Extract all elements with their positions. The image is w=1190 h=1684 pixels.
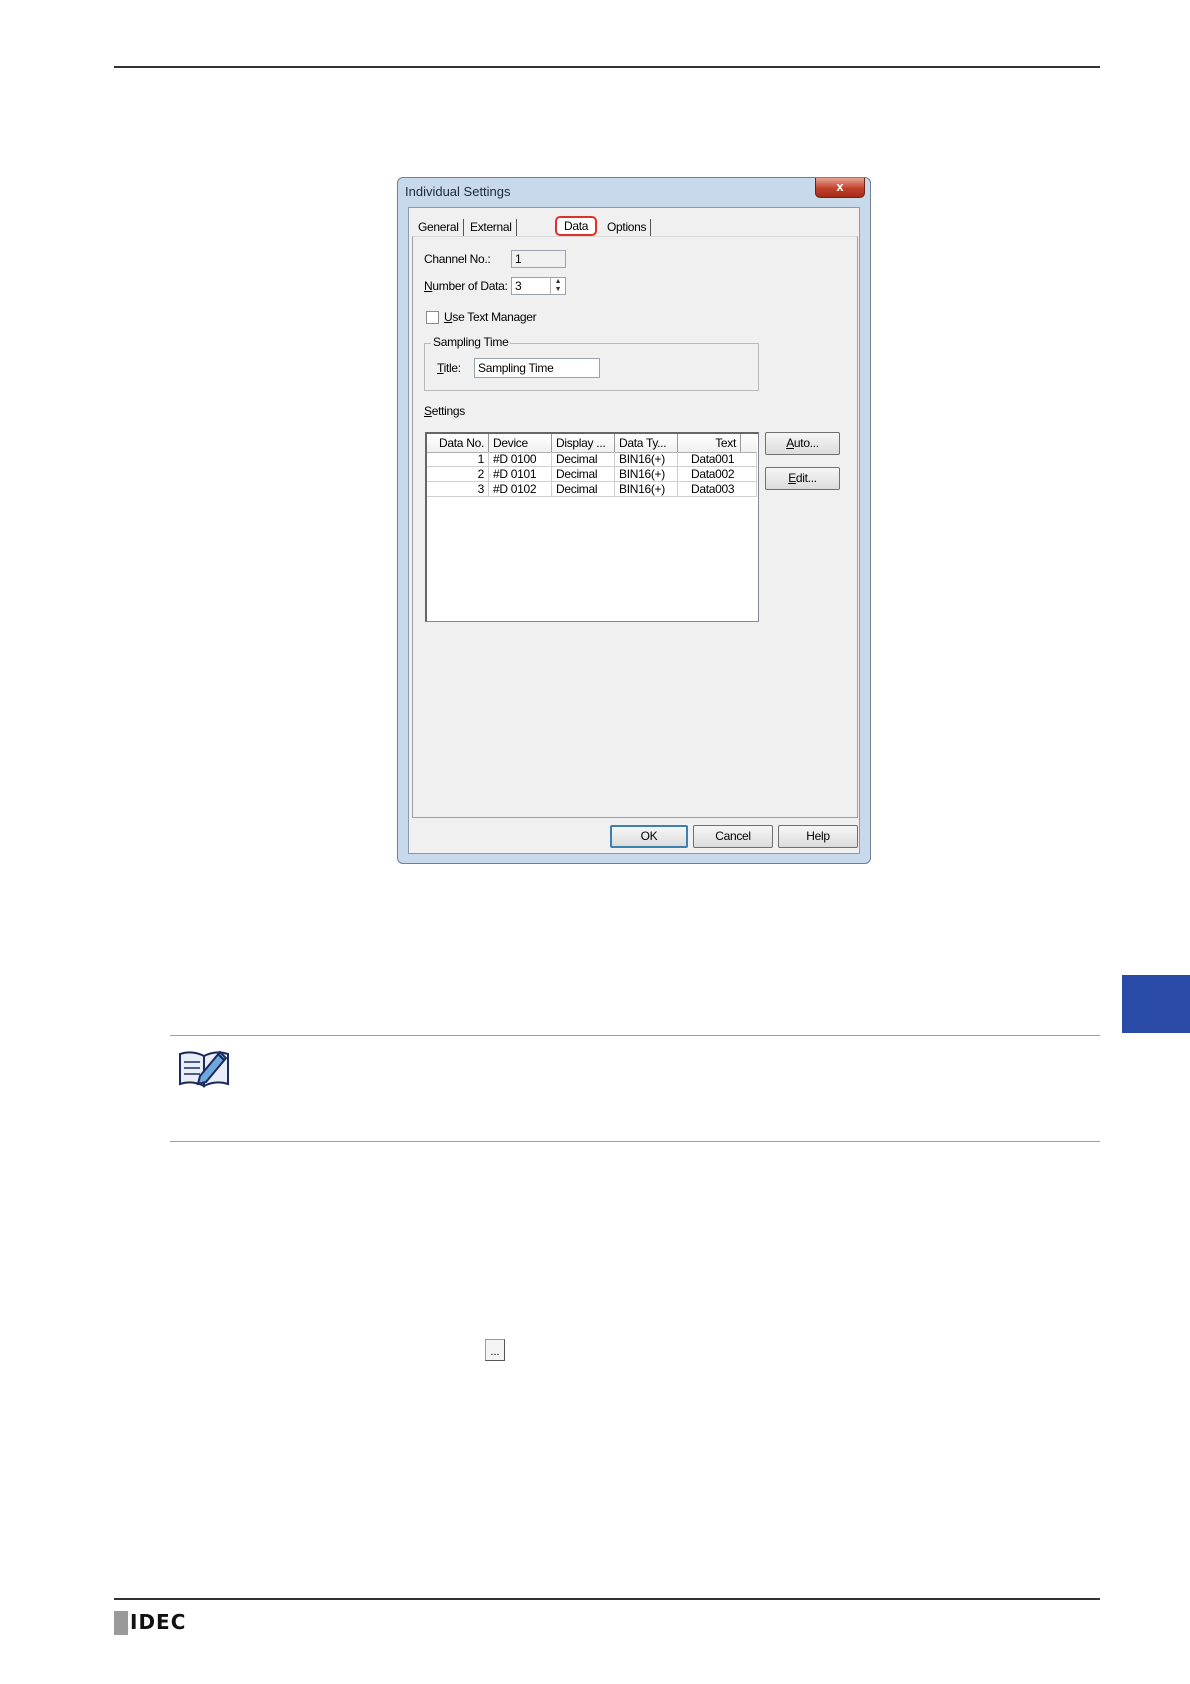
- spin-down-icon[interactable]: ▼: [551, 286, 565, 294]
- data-tab-panel: Channel No.: 1 Number of Data: 3 ▲ ▼ Use…: [412, 236, 858, 818]
- settings-list[interactable]: Data No. Device Display ... Data Ty... T…: [425, 432, 759, 622]
- logo-text: IDEC: [130, 1610, 187, 1634]
- cell-data-type: BIN16(+): [615, 467, 678, 481]
- column-header-text[interactable]: Text: [678, 434, 741, 452]
- title-label: Title:: [437, 361, 461, 375]
- cell-display: Decimal: [552, 467, 615, 481]
- settings-accel: S: [424, 404, 432, 418]
- ok-button[interactable]: OK: [610, 825, 688, 848]
- tab-external-memory[interactable]: External Memory: [466, 219, 517, 251]
- individual-settings-dialog: Individual Settings x General External M…: [397, 177, 871, 864]
- edit-accel: E: [788, 471, 796, 485]
- spin-up-icon[interactable]: ▲: [551, 278, 565, 286]
- channel-no-field: 1: [511, 250, 566, 268]
- tab-options[interactable]: Options: [603, 219, 652, 236]
- note-bottom-rule: [170, 1141, 1100, 1142]
- cell-text: Data003: [678, 482, 757, 496]
- cell-text: Data001: [678, 452, 757, 466]
- column-header-device[interactable]: Device: [489, 434, 552, 452]
- footer-rule: [114, 1598, 1100, 1600]
- tab-general[interactable]: General: [414, 219, 464, 236]
- cell-device: #D 0100: [489, 452, 552, 466]
- logo-mark: [114, 1611, 128, 1635]
- edit-button[interactable]: Edit...: [765, 467, 840, 490]
- column-header-display[interactable]: Display ...: [552, 434, 615, 452]
- help-button[interactable]: Help: [778, 825, 858, 848]
- close-button[interactable]: x: [815, 178, 865, 198]
- title-accel: T: [437, 361, 444, 375]
- note-pencil-icon: [178, 1046, 230, 1088]
- settings-label: Settings: [424, 404, 465, 418]
- cell-data-type: BIN16(+): [615, 452, 678, 466]
- sampling-time-group-label: Sampling Time: [431, 335, 511, 349]
- number-of-data-stepper[interactable]: 3 ▲ ▼: [511, 277, 566, 295]
- note-top-rule: [170, 1035, 1100, 1036]
- edit-button-label: dit...: [795, 471, 817, 485]
- column-header-data-no[interactable]: Data No.: [427, 434, 489, 452]
- number-of-data-label: Number of Data:: [424, 279, 508, 293]
- use-text-manager-label-text: se Text Manager: [452, 310, 537, 324]
- dialog-title: Individual Settings: [405, 184, 511, 199]
- settings-label-text: ettings: [431, 404, 466, 418]
- number-of-data-label-text: umber of Data:: [432, 279, 508, 293]
- cell-data-no: 2: [427, 467, 489, 481]
- title-input[interactable]: Sampling Time: [474, 358, 600, 378]
- browse-button[interactable]: ...: [485, 1339, 505, 1361]
- auto-button[interactable]: Auto...: [765, 432, 840, 455]
- cell-device: #D 0101: [489, 467, 552, 481]
- spin-buttons[interactable]: ▲ ▼: [550, 278, 565, 294]
- cell-data-type: BIN16(+): [615, 482, 678, 496]
- table-row[interactable]: 3 #D 0102 Decimal BIN16(+) Data003: [427, 482, 757, 497]
- auto-accel: A: [786, 436, 794, 450]
- cell-data-no: 1: [427, 452, 489, 466]
- table-row[interactable]: 2 #D 0101 Decimal BIN16(+) Data002: [427, 467, 757, 482]
- channel-no-label: Channel No.:: [424, 252, 491, 266]
- title-label-text: itle:: [443, 361, 461, 375]
- number-of-data-value: 3: [515, 279, 522, 293]
- dialog-client: General External Memory Data Options Cha…: [408, 207, 860, 854]
- chapter-side-tab: [1122, 975, 1190, 1033]
- header-rule: [114, 66, 1100, 68]
- cell-text: Data002: [678, 467, 757, 481]
- cell-display: Decimal: [552, 452, 615, 466]
- table-row[interactable]: 1 #D 0100 Decimal BIN16(+) Data001: [427, 452, 757, 467]
- tab-data[interactable]: Data: [555, 216, 598, 236]
- use-text-manager-checkbox[interactable]: [426, 311, 439, 324]
- cell-display: Decimal: [552, 482, 615, 496]
- sampling-time-group: Sampling Time Title: Sampling Time: [424, 335, 759, 391]
- column-header-data-type[interactable]: Data Ty...: [615, 434, 678, 452]
- cancel-button[interactable]: Cancel: [693, 825, 773, 848]
- cell-device: #D 0102: [489, 482, 552, 496]
- cell-data-no: 3: [427, 482, 489, 496]
- use-text-manager-label: Use Text Manager: [444, 310, 537, 324]
- auto-button-label: uto...: [793, 436, 819, 450]
- settings-list-header: Data No. Device Display ... Data Ty... T…: [427, 434, 757, 453]
